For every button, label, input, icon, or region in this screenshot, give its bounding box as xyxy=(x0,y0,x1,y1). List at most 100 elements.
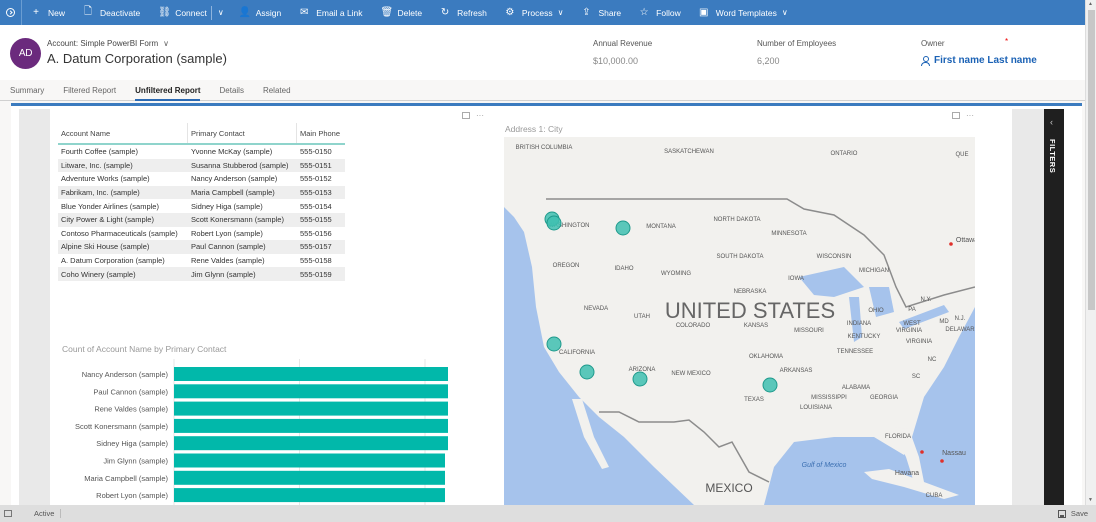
table-row[interactable]: Alpine Ski House (sample) Paul Cannon (sa… xyxy=(58,240,345,254)
form-tabs: Summary Filtered Report Unfiltered Repor… xyxy=(0,80,1085,101)
bar[interactable] xyxy=(174,401,448,416)
process-button[interactable]: ⚙ Process ∨ xyxy=(496,0,573,25)
column-header-primary-contact[interactable]: Primary Contact xyxy=(188,123,297,143)
cell-account-name: Contoso Pharmaceuticals (sample) xyxy=(61,228,178,238)
page-scrollbar[interactable]: ▲ ▼ xyxy=(1085,0,1096,505)
assign-button[interactable]: 👤 Assign xyxy=(230,0,291,25)
cell-main-phone: 555-0152 xyxy=(300,174,332,184)
follow-button[interactable]: ☆ Follow xyxy=(630,0,690,25)
bar[interactable] xyxy=(174,470,445,485)
connect-dropdown-chevron-icon[interactable]: ∨ xyxy=(212,0,230,25)
share-button[interactable]: ⇪ Share xyxy=(572,0,630,25)
new-button[interactable]: + New xyxy=(22,0,74,25)
bar-chart: Nancy Anderson (sample) Paul Cannon (samp… xyxy=(75,359,448,509)
table-body: Fourth Coffee (sample) Yvonne McKay (samp… xyxy=(58,145,345,281)
map-label: ONTARIO xyxy=(831,151,858,157)
table-row[interactable]: City Power & Light (sample) Scott Konersm… xyxy=(58,212,345,227)
map-label: N.Y. xyxy=(921,297,932,303)
city-marker-dot xyxy=(940,459,944,463)
table-row[interactable]: Coho Winery (sample) Jim Glynn (sample) 55… xyxy=(58,267,345,281)
bar[interactable] xyxy=(174,418,448,433)
owner-field: Owner * First name Last name xyxy=(921,37,1037,66)
column-header-account-name[interactable]: Account Name xyxy=(58,123,188,143)
map-label: Ottawa xyxy=(956,237,975,244)
filters-pane-toggle[interactable]: ‹ FILTERS xyxy=(1044,109,1064,508)
table-row[interactable]: Litware, Inc. (sample) Susanna Stubberod … xyxy=(58,158,345,173)
circle-arrow-icon xyxy=(6,8,15,17)
table-row[interactable]: Fabrikam, Inc. (sample) Maria Campbell (s… xyxy=(58,185,345,200)
map-data-point[interactable] xyxy=(546,336,562,352)
scroll-down-icon[interactable]: ▼ xyxy=(1088,497,1093,503)
cell-account-name: Alpine Ski House (sample) xyxy=(61,242,150,252)
expand-icon[interactable] xyxy=(4,510,12,517)
map-canvas[interactable]: BRITISH COLUMBIASASKATCHEWAN ONTARIO QUEWA… xyxy=(504,137,975,505)
map-data-point[interactable] xyxy=(546,215,562,231)
tab-filtered-report[interactable]: Filtered Report xyxy=(53,80,125,101)
map-label: PA xyxy=(908,307,916,313)
owner-link[interactable]: First name Last name xyxy=(921,55,1037,66)
refresh-icon: ↻ xyxy=(440,7,450,18)
delete-button[interactable]: 🗑 Delete xyxy=(372,0,432,25)
cell-primary-contact: Nancy Anderson (sample) xyxy=(191,174,278,184)
cell-account-name: A. Datum Corporation (sample) xyxy=(61,256,165,266)
cell-main-phone: 555-0154 xyxy=(300,201,332,211)
bar[interactable] xyxy=(174,488,445,503)
refresh-button[interactable]: ↻ Refresh xyxy=(431,0,496,25)
focus-mode-icon[interactable] xyxy=(462,112,470,119)
table-row[interactable]: A. Datum Corporation (sample) Rene Valdes… xyxy=(58,254,345,268)
record-title: A. Datum Corporation (sample) xyxy=(47,51,227,66)
word-icon: ▣ xyxy=(698,7,709,18)
bar[interactable] xyxy=(174,436,448,451)
deactivate-icon: 🗋 xyxy=(83,6,93,17)
form-selector[interactable]: Account: Simple PowerBI Form ∨ xyxy=(47,39,169,48)
map-label: SOUTH DAKOTA xyxy=(717,254,764,260)
more-options-icon[interactable]: ··· xyxy=(966,111,974,120)
map-label: ARKANSAS xyxy=(780,368,813,374)
bar[interactable] xyxy=(174,367,448,381)
navigation-menu-button[interactable] xyxy=(0,0,22,25)
map-data-point[interactable] xyxy=(632,371,648,387)
tab-related[interactable]: Related xyxy=(253,80,300,101)
tab-summary[interactable]: Summary xyxy=(0,80,53,101)
map-label: MD xyxy=(939,319,949,325)
map-data-point[interactable] xyxy=(615,220,631,236)
bar[interactable] xyxy=(174,384,448,399)
map-label-country: UNITED STATES xyxy=(665,298,835,323)
trash-icon: 🗑 xyxy=(380,7,394,18)
focus-mode-icon[interactable] xyxy=(952,112,960,119)
bar[interactable] xyxy=(174,453,445,468)
scrollbar-thumb[interactable] xyxy=(1088,10,1095,310)
map-label: WYOMING xyxy=(661,271,691,277)
map-data-point[interactable] xyxy=(579,364,595,380)
city-map-visual: Address 1: City BRITISH COLUMBIA SASKATCH… xyxy=(504,123,975,505)
more-options-icon[interactable]: ··· xyxy=(476,111,484,120)
map-label: Nassau xyxy=(942,450,966,457)
table-row[interactable]: Contoso Pharmaceuticals (sample) Robert L… xyxy=(58,227,345,241)
table-row[interactable]: Fourth Coffee (sample) Yvonne McKay (samp… xyxy=(58,145,345,159)
table-row[interactable]: Blue Yonder Airlines (sample) Sidney Higa… xyxy=(58,199,345,213)
avatar: AD xyxy=(10,38,41,69)
plus-icon: + xyxy=(33,7,39,18)
cell-main-phone: 555-0155 xyxy=(300,215,332,225)
email-link-button[interactable]: ✉ Email a Link xyxy=(290,0,371,25)
table-row[interactable]: Adventure Works (sample) Nancy Anderson (… xyxy=(58,172,345,186)
cell-account-name: Fabrikam, Inc. (sample) xyxy=(61,188,140,198)
tab-details[interactable]: Details xyxy=(210,80,253,101)
cell-primary-contact: Robert Lyon (sample) xyxy=(191,228,263,238)
map-label: CUBA xyxy=(926,493,943,499)
word-templates-button[interactable]: ▣ Word Templates ∨ xyxy=(690,0,797,25)
map-label: DELAWARE xyxy=(945,327,975,333)
save-button[interactable]: Save xyxy=(1057,509,1088,518)
powerbi-report: ‹ FILTERS ··· ··· Account Name Primary C… xyxy=(11,103,1082,509)
report-left-margin xyxy=(19,109,50,508)
scroll-up-icon[interactable]: ▲ xyxy=(1088,1,1093,7)
map-data-point[interactable] xyxy=(762,377,778,393)
record-header: AD Account: Simple PowerBI Form ∨ A. Datu… xyxy=(0,25,1085,80)
map-label: MEXICO xyxy=(705,481,752,495)
command-bar: + New 🗋 Deactivate ⛓ Connect ∨ 👤 Assign ✉ Ema… xyxy=(0,0,1085,25)
column-header-main-phone[interactable]: Main Phone xyxy=(297,123,345,143)
deactivate-button[interactable]: 🗋 Deactivate xyxy=(74,0,149,25)
connect-button[interactable]: ⛓ Connect xyxy=(149,0,211,25)
tab-unfiltered-report[interactable]: Unfiltered Report xyxy=(125,80,209,101)
connect-icon: ⛓ xyxy=(158,7,171,18)
